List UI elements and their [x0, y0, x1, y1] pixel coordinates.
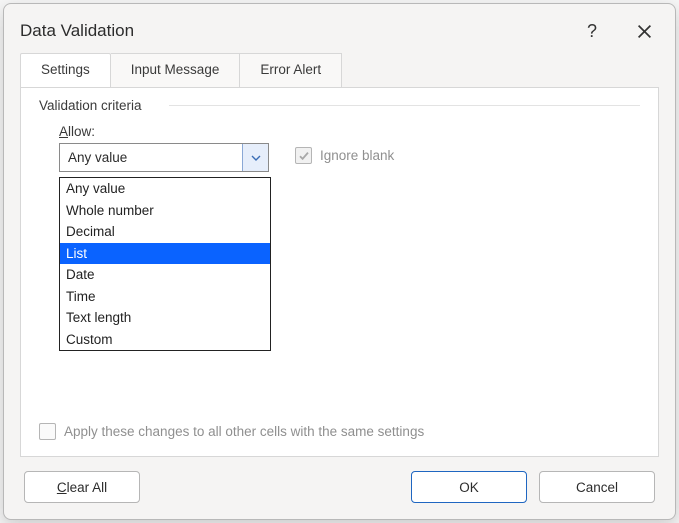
allow-label: Allow:	[59, 124, 95, 139]
checkbox-icon	[295, 147, 312, 164]
apply-all-label: Apply these changes to all other cells w…	[64, 424, 424, 439]
allow-combobox-value: Any value	[60, 147, 242, 168]
cancel-button[interactable]: Cancel	[539, 471, 655, 503]
ignore-blank-checkbox: Ignore blank	[295, 147, 394, 164]
data-validation-dialog: Data Validation ? Settings Input Message…	[3, 3, 676, 520]
allow-combobox-button[interactable]	[242, 144, 268, 171]
allow-option-any-value[interactable]: Any value	[60, 178, 270, 200]
tab-settings[interactable]: Settings	[20, 53, 111, 88]
tabs: Settings Input Message Error Alert	[4, 52, 675, 87]
allow-option-custom[interactable]: Custom	[60, 329, 270, 351]
settings-panel: Validation criteria Allow: Any value Ign…	[20, 87, 659, 457]
clear-all-button[interactable]: Clear All	[24, 471, 140, 503]
allow-option-list[interactable]: List	[60, 243, 270, 265]
titlebar: Data Validation ?	[4, 4, 675, 52]
dialog-title: Data Validation	[20, 21, 134, 41]
allow-option-time[interactable]: Time	[60, 286, 270, 308]
allow-dropdown-list[interactable]: Any value Whole number Decimal List Date…	[59, 177, 271, 351]
allow-combobox[interactable]: Any value	[59, 143, 269, 172]
allow-option-text-length[interactable]: Text length	[60, 307, 270, 329]
tab-error-alert[interactable]: Error Alert	[240, 53, 342, 88]
tab-input-message[interactable]: Input Message	[111, 53, 241, 88]
apply-all-checkbox: Apply these changes to all other cells w…	[39, 423, 424, 440]
dialog-buttons: Clear All OK Cancel	[4, 457, 675, 519]
divider	[169, 105, 640, 106]
chevron-down-icon	[251, 155, 261, 161]
allow-option-date[interactable]: Date	[60, 264, 270, 286]
close-button[interactable]	[629, 16, 659, 46]
help-icon: ?	[587, 21, 597, 42]
help-button[interactable]: ?	[577, 16, 607, 46]
allow-option-decimal[interactable]: Decimal	[60, 221, 270, 243]
ok-button[interactable]: OK	[411, 471, 527, 503]
checkbox-icon	[39, 423, 56, 440]
allow-group: Allow: Any value Ignore blank Any value	[59, 124, 640, 172]
ignore-blank-label: Ignore blank	[320, 148, 394, 163]
allow-option-whole-number[interactable]: Whole number	[60, 200, 270, 222]
close-icon	[637, 24, 652, 39]
